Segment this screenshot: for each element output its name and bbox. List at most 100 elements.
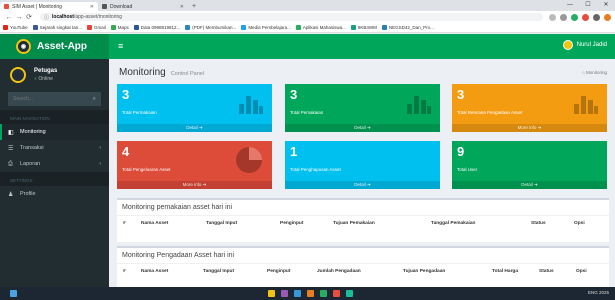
main-content: Monitoring Control Panel ⌂ Monitoring 3 … <box>109 59 615 287</box>
stat-footer-text: More info <box>182 182 202 187</box>
taskbar-app-icon[interactable] <box>346 290 353 297</box>
chevron-left-icon: ‹ <box>99 161 101 167</box>
sidebar-item-transaksi[interactable]: ☰ Transaksi ‹ <box>0 140 109 156</box>
taskbar-app-icon[interactable] <box>294 290 301 297</box>
stat-box: 3 Total Pemakaian Detail ➜ <box>285 84 440 132</box>
bookmark-item[interactable]: YouTube <box>3 25 28 30</box>
page-subtitle: Control Panel <box>170 71 205 77</box>
table-panel-pengadaan: Monitoring Pengadaan Asset hari ini # Na… <box>117 246 609 287</box>
new-tab-button[interactable]: + <box>188 2 200 11</box>
sidebar-item-label: Profile <box>20 191 36 197</box>
bookmark-item[interactable]: Data 0998819812... <box>133 25 180 30</box>
panel-title: Monitoring pemakaian asset hari ini <box>117 200 609 216</box>
start-icon[interactable] <box>10 290 17 297</box>
browser-tab-bar: SIM Asset | Monitoring ✕ Download ✕ + — … <box>0 0 615 11</box>
taskbar-app-icon[interactable] <box>281 290 288 297</box>
panel-title: Monitoring Pengadaan Asset hari ini <box>117 248 609 264</box>
address-bar[interactable]: ⓘ localhost /app-asset/monitoring <box>40 13 543 21</box>
bookmark-item[interactable]: NEGSD42_Dan_Pro... <box>381 25 434 30</box>
bookmark-item[interactable]: 9KB4WM <box>350 25 377 30</box>
stat-footer-text: Detail <box>354 125 366 130</box>
arrow-circle-right-icon: ➜ <box>537 125 542 130</box>
stat-label: Total Penghapusan Asset <box>290 167 341 172</box>
bookmark-item[interactable]: Gmail <box>86 25 106 30</box>
column-header: Jumlah Pengadaan <box>317 268 361 274</box>
app-logo[interactable]: ◉ Asset-App <box>0 34 109 59</box>
table-panel-pemakaian: Monitoring pemakaian asset hari ini # Na… <box>117 198 609 242</box>
search-input[interactable] <box>13 96 93 102</box>
column-header: Nama Asset <box>141 268 169 274</box>
bookmark-item[interactable]: Aplikasi Mahasiswa... <box>295 25 346 30</box>
close-window-icon[interactable]: ✕ <box>597 0 615 11</box>
reload-icon[interactable]: ⟳ <box>24 13 34 21</box>
app-header: ◉ Asset-App ≡ Nurul Jadid <box>0 34 615 59</box>
taskbar-app-icon[interactable] <box>320 290 327 297</box>
bar-chart-icon <box>239 96 263 114</box>
user-menu[interactable]: Nurul Jadid <box>562 40 607 50</box>
stat-box-link[interactable]: Detail ➜ <box>285 124 440 132</box>
back-icon[interactable]: ← <box>4 14 14 21</box>
browser-tab-download[interactable]: Download ✕ <box>98 2 188 11</box>
column-header: Tujuan Pengadaan <box>403 268 446 274</box>
stat-footer-text: Detail <box>521 182 533 187</box>
stat-box-link[interactable]: Detail ➜ <box>452 181 607 189</box>
puzzle-icon[interactable] <box>593 13 600 21</box>
minimize-icon[interactable]: — <box>561 0 579 11</box>
bookmark-item[interactable]: Media Pembelajara... <box>241 25 291 30</box>
stat-label: Total User <box>457 167 478 172</box>
share-icon[interactable] <box>549 13 556 21</box>
browser-tab-active[interactable]: SIM Asset | Monitoring ✕ <box>0 2 98 11</box>
breadcrumb[interactable]: ⌂ Monitoring <box>582 70 607 75</box>
arrow-circle-right-icon: ➜ <box>367 182 371 187</box>
bookmark-item[interactable]: (PDF) Membumikan... <box>185 25 236 30</box>
bookmark-item[interactable]: Maps <box>110 25 129 30</box>
taskbar-app-icon[interactable] <box>268 290 275 297</box>
column-header: Tujuan Pemakaian <box>333 220 375 226</box>
content-header: Monitoring Control Panel <box>119 67 204 78</box>
system-tray[interactable]: ENG 2025 <box>588 290 609 295</box>
column-header: Tanggal Pemakaian <box>431 220 476 226</box>
sidebar: Petugas ● Online ⌕ MAIN NAVIGATION ◧ Mon… <box>0 59 109 287</box>
stat-box-link[interactable]: Detail ➜ <box>285 181 440 189</box>
column-header: Status <box>531 220 546 226</box>
logo-icon: ◉ <box>16 39 31 54</box>
pie-chart-icon <box>236 147 262 173</box>
column-header: Opsi <box>574 220 585 226</box>
extension-icon[interactable] <box>582 13 589 21</box>
info-icon[interactable]: ⓘ <box>44 14 49 21</box>
sidebar-toggle-icon[interactable]: ≡ <box>118 41 123 51</box>
arrow-circle-right-icon: ➜ <box>199 125 203 130</box>
column-header: Total Harga <box>492 268 519 274</box>
stat-box-link[interactable]: More info ➜ <box>452 124 607 132</box>
forward-icon[interactable]: → <box>14 14 24 21</box>
bookmark-item[interactable]: Sejarah singkat tan... <box>32 25 82 30</box>
sidebar-item-monitoring[interactable]: ◧ Monitoring <box>0 124 109 140</box>
stat-box-link[interactable]: Detail ➜ <box>117 124 272 132</box>
user-panel-status: ● Online <box>34 76 57 82</box>
profile-icon[interactable] <box>604 13 611 21</box>
extension-icon[interactable] <box>571 13 578 21</box>
sidebar-item-laporan[interactable]: ⎙ Laporan ‹ <box>0 156 109 172</box>
search-icon[interactable]: ⌕ <box>93 96 96 103</box>
stat-label: Total Rencana Pengadaan Asset <box>457 110 523 115</box>
bar-chart-icon <box>574 96 598 114</box>
taskbar-app-icon[interactable] <box>333 290 340 297</box>
bookmark-favicon-icon <box>3 25 8 30</box>
chevron-left-icon: ‹ <box>99 145 101 151</box>
arrow-circle-right-icon: ➜ <box>202 182 207 187</box>
user-panel: Petugas ● Online <box>0 59 109 90</box>
bookmark-label: (PDF) Membumikan... <box>192 25 237 30</box>
taskbar-app-icon[interactable] <box>307 290 314 297</box>
stat-value: 3 <box>457 87 465 102</box>
stat-footer-text: More info <box>517 125 537 130</box>
stat-box-link[interactable]: More info ➜ <box>117 181 272 189</box>
sidebar-item-profile[interactable]: ♟ Profile <box>0 186 109 202</box>
bookmark-label: NEGSD42_Dan_Pro... <box>388 25 434 30</box>
bookmarks-bar: YouTube Sejarah singkat tan... Gmail Maps Da… <box>0 23 615 33</box>
tab-close-icon[interactable]: ✕ <box>90 4 94 10</box>
tab-close-icon[interactable]: ✕ <box>180 4 184 10</box>
user-name: Nurul Jadid <box>576 42 607 48</box>
bookmark-favicon-icon <box>381 25 387 30</box>
star-icon[interactable] <box>560 13 567 21</box>
maximize-icon[interactable]: ☐ <box>579 0 597 11</box>
